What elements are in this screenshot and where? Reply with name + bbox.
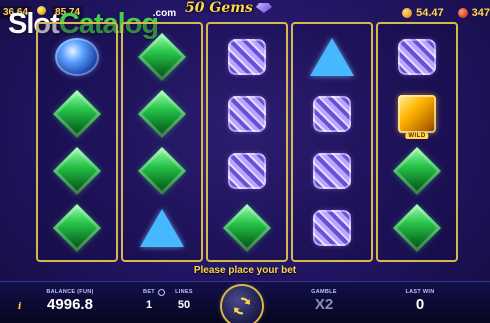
reel-cell: [49, 88, 105, 140]
reels-grid: WILD: [36, 22, 458, 262]
green-gem-icon: [52, 89, 102, 138]
refresh-icon: [234, 297, 250, 315]
reel-cell: [389, 145, 445, 197]
lines-selector[interactable]: LINES 50: [158, 289, 200, 311]
green-gem-icon: [137, 32, 187, 81]
bottom-control-bar: i BALANCE (FUN) 4996.8 BET 1 LINES 50 GA…: [0, 281, 490, 323]
reel-cell: [49, 202, 105, 254]
jackpot-right-1: 54.47: [402, 7, 444, 19]
reel-cell: [219, 145, 275, 197]
balance-value: 4996.8: [47, 296, 93, 313]
bet-selector[interactable]: BET 1: [140, 289, 158, 311]
wild-gem-icon: WILD: [398, 94, 436, 139]
green-gem-icon: [137, 146, 187, 195]
purple-gem-icon: [398, 38, 436, 75]
reel-cell: [134, 145, 190, 197]
reel-3: [206, 22, 288, 262]
reel-cell: WILD: [389, 88, 445, 140]
lines-value: 50: [177, 299, 191, 311]
bet-label: BET: [143, 289, 155, 295]
reel-cell: [304, 88, 360, 140]
green-gem-icon: [52, 203, 102, 252]
green-gem-icon: [137, 89, 187, 138]
orange-coin-icon: [402, 8, 413, 19]
info-icon[interactable]: i: [18, 302, 21, 312]
lines-label: LINES: [175, 289, 193, 295]
reel-cell: [389, 202, 445, 254]
last-win-display: LAST WIN 0: [395, 289, 445, 313]
bet-value: 1: [145, 299, 153, 311]
lines-icon: [158, 289, 165, 296]
reel-cell: [219, 202, 275, 254]
purple-gem-icon: [313, 152, 351, 189]
reel-cell: [219, 88, 275, 140]
gamble-button[interactable]: GAMBLE X2: [303, 289, 345, 313]
balance-display: BALANCE (FUN) 4996.8: [40, 289, 100, 313]
reel-cell: [389, 31, 445, 83]
reel-5: WILD: [376, 22, 458, 262]
purple-gem-icon: [228, 38, 266, 75]
status-message: Please place your bet: [193, 265, 297, 276]
purple-gem-icon: [313, 95, 351, 132]
purple-gem-icon: [313, 209, 351, 246]
jackpot-value-right-2: 347: [471, 7, 490, 19]
gem-icon: [255, 3, 272, 13]
watermark-suffix: .com: [152, 8, 177, 19]
gamble-value: X2: [314, 296, 334, 313]
green-gem-icon: [392, 203, 442, 252]
game-logo: 50 Gems: [185, 0, 272, 16]
jackpot-right-2: 347: [457, 7, 490, 19]
reel-cell: [134, 31, 190, 83]
wild-label: WILD: [405, 132, 429, 139]
balance-label: BALANCE (FUN): [46, 289, 94, 295]
blue-triangle-gem-icon: [140, 208, 184, 247]
reel-cell: [304, 145, 360, 197]
green-gem-icon: [222, 203, 272, 252]
reel-cell: [134, 88, 190, 140]
purple-gem-icon: [228, 95, 266, 132]
reel-4: [291, 22, 373, 262]
jackpot-value-right-1: 54.47: [416, 7, 444, 19]
reel-cell: [134, 202, 190, 254]
spin-button[interactable]: [222, 286, 262, 323]
red-coin-icon: [457, 8, 468, 19]
reel-cell: [49, 145, 105, 197]
last-win-label: LAST WIN: [405, 289, 435, 295]
reel-cell: [49, 31, 105, 83]
reel-cell: [304, 31, 360, 83]
gamble-label: GAMBLE: [311, 289, 337, 295]
blue-triangle-gem-icon: [310, 37, 354, 76]
last-win-value: 0: [415, 296, 425, 313]
top-right-jackpots: 54.47 347: [402, 7, 490, 19]
reel-cell: [219, 31, 275, 83]
reel-cell: [304, 202, 360, 254]
green-gem-icon: [52, 146, 102, 195]
reel-1: [36, 22, 118, 262]
reel-2: [121, 22, 203, 262]
purple-gem-icon: [228, 152, 266, 189]
blue-oval-gem-icon: [55, 37, 99, 76]
game-logo-text: 50 Gems: [185, 0, 253, 16]
green-gem-icon: [392, 146, 442, 195]
